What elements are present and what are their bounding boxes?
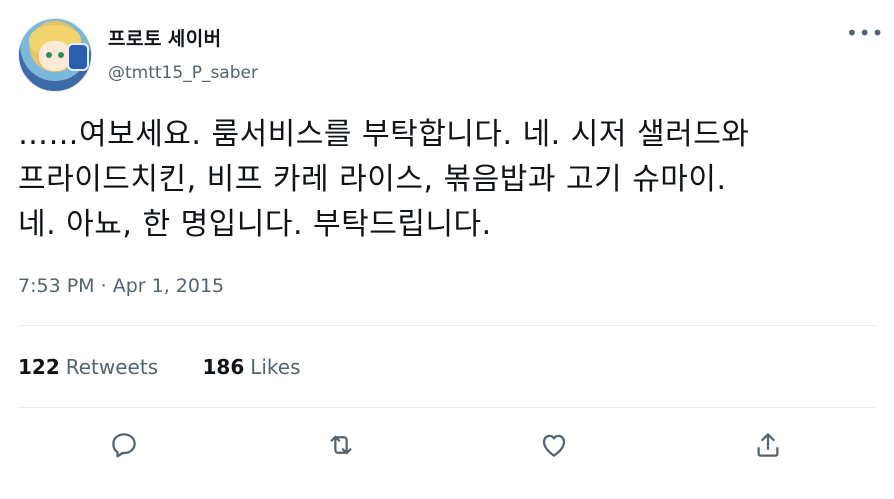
likes-count: 186: [202, 355, 245, 379]
tweet-text-line: 네. 아뇨, 한 명입니다. 부탁드립니다.: [18, 207, 492, 242]
tweet-timestamp: 7:53 PM · Apr 1, 2015: [18, 275, 224, 297]
tweet-text-line: 프라이드치킨, 비프 카레 라이스, 볶음밥과 고기 슈마이.: [18, 162, 727, 197]
avatar-badge: [67, 43, 89, 71]
likes-label: Likes: [250, 355, 301, 379]
tweet-header: 프로토 세이버 @tmtt15_P_saber •••: [18, 18, 883, 94]
tweet-stats: 122 Retweets 186 Likes: [18, 355, 339, 379]
avatar-eye-right: [58, 52, 64, 58]
share-icon: [757, 433, 779, 457]
user-handle[interactable]: @tmtt15_P_saber: [108, 63, 258, 83]
tweet-text-line: ……여보세요. 룸서비스를 부탁합니다. 네. 시저 샐러드와: [18, 117, 750, 152]
tweet-date[interactable]: Apr 1, 2015: [113, 275, 224, 297]
tweet-text: ……여보세요. 룸서비스를 부탁합니다. 네. 시저 샐러드와 프라이드치킨, …: [18, 112, 876, 247]
retweet-button[interactable]: [322, 426, 360, 464]
reply-icon: [112, 433, 136, 458]
avatar[interactable]: [18, 18, 92, 92]
like-icon: [542, 434, 566, 457]
tweet-actions: [0, 420, 894, 470]
divider: [18, 325, 876, 326]
timestamp-separator: ·: [100, 275, 107, 297]
more-horizontal-icon[interactable]: •••: [846, 23, 883, 43]
share-button[interactable]: [749, 426, 787, 464]
retweets-label: Retweets: [65, 355, 159, 379]
reply-button[interactable]: [105, 426, 143, 464]
display-name[interactable]: 프로토 세이버: [108, 24, 258, 51]
avatar-eye-left: [46, 52, 52, 58]
likes-stat[interactable]: 186 Likes: [202, 355, 300, 379]
tweet-time[interactable]: 7:53 PM: [18, 275, 95, 297]
retweets-stat[interactable]: 122 Retweets: [18, 355, 158, 379]
user-name-block: 프로토 세이버 @tmtt15_P_saber: [108, 24, 258, 83]
retweets-count: 122: [18, 355, 60, 379]
retweet-icon: [330, 435, 352, 455]
like-button[interactable]: [535, 426, 573, 464]
divider: [18, 407, 876, 408]
